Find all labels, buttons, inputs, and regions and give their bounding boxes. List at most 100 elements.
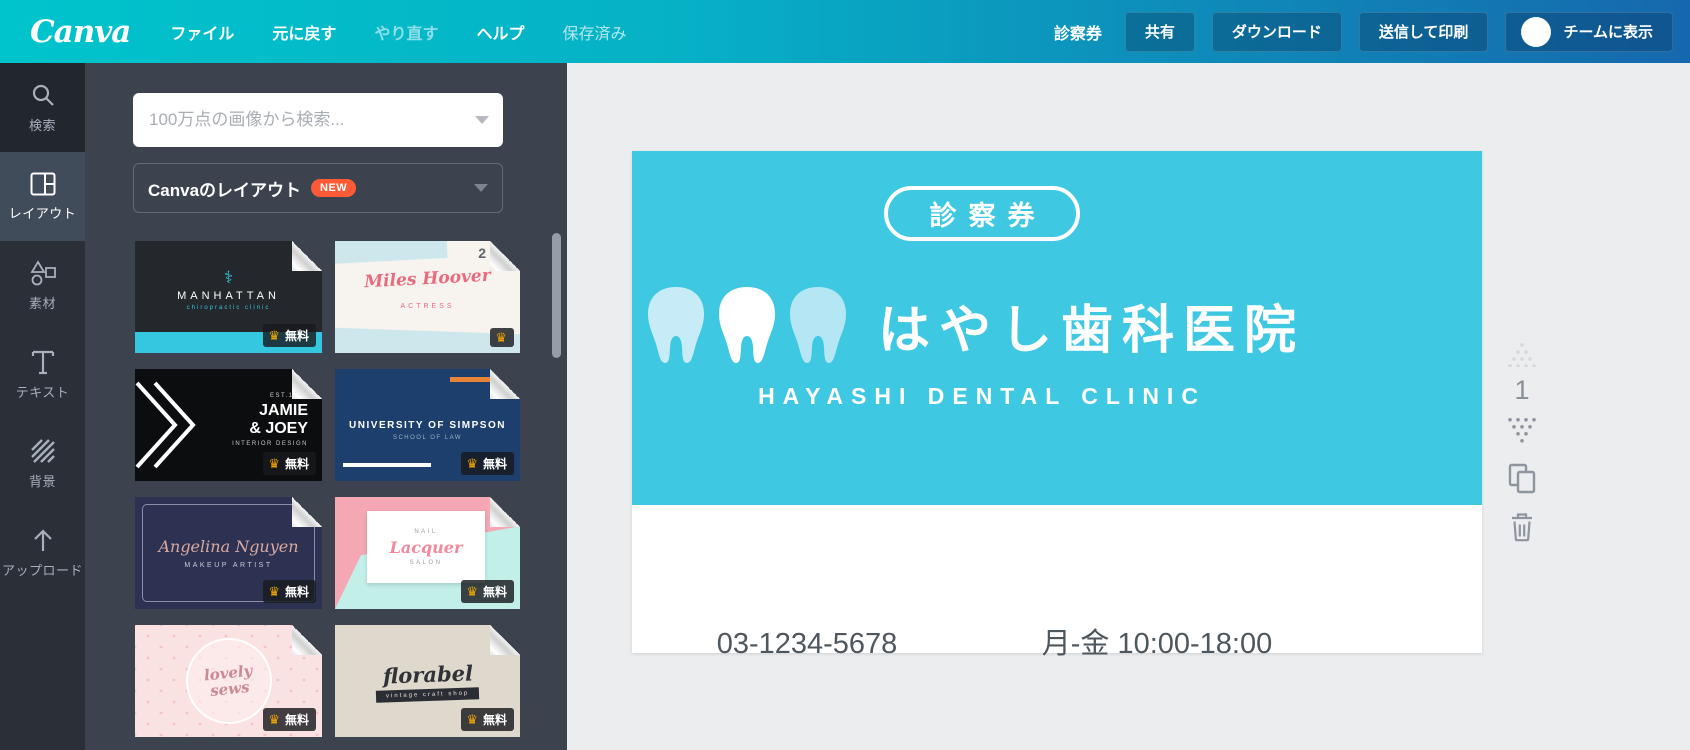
free-badge: ♛ 無料 [263,580,316,603]
page-curl [490,369,520,399]
panel-scrollbar[interactable] [552,233,561,358]
underline-bar [343,463,431,467]
layout-category-dropdown[interactable]: Canvaのレイアウト NEW [133,163,503,213]
circle-frame: lovely sews [181,633,276,729]
chevron-down-icon [474,184,488,192]
show-team-button[interactable]: チームに表示 [1505,11,1673,52]
page-controls: 1 [1497,341,1547,542]
card-badge[interactable]: 診察券 [884,186,1080,241]
sidebar-item-layouts[interactable]: レイアウト [0,152,85,241]
design-page[interactable]: 診察券 はやし歯科医院 HAYASHI DENTAL CLINIC 03-123… [632,151,1482,660]
top-bar: Canva ファイル 元に戻す やり直す ヘルプ 保存済み 診察券 共有 ダウン… [0,0,1690,63]
template-pretitle: NAIL [414,528,438,535]
sidebar-item-search[interactable]: 検索 [0,63,85,152]
canva-logo[interactable]: Canva [30,14,131,50]
delete-page-icon[interactable] [1509,512,1535,542]
tooth-icon [790,287,846,363]
template-miles-hoover[interactable]: Miles Hoover ACTRESS 2 ♛ [335,241,520,353]
template-lacquer[interactable]: NAIL Lacquer SALON ♛ 無料 [335,497,520,609]
menu-file[interactable]: ファイル [170,20,234,44]
new-badge: NEW [311,179,357,197]
hours-weekday: 月-金 10:00-18:00 [1041,628,1273,660]
crown-icon: ♛ [268,456,280,471]
page-curl [292,625,322,655]
template-manhattan[interactable]: ⚕ MANHATTAN chiropractic clinic ♛ 無料 [135,241,322,353]
page-curl [292,369,322,399]
share-button[interactable]: 共有 [1124,11,1195,52]
free-badge: ♛ 無料 [263,708,316,731]
page-curl [490,241,520,271]
sidebar-label: テキスト [15,384,70,400]
upload-icon [30,527,56,553]
template-title-line2: sews [208,677,250,700]
dropdown-label: Canvaのレイアウト [148,180,302,200]
sidebar-item-elements[interactable]: 素材 [0,241,85,330]
page-curl [490,625,520,655]
duplicate-page-icon[interactable] [1507,462,1537,494]
page-number: 1 [1514,375,1530,405]
send-print-button[interactable]: 送信して印刷 [1358,11,1489,52]
sidebar-label: レイアウト [8,205,77,221]
crown-icon: ♛ [268,712,280,727]
menu-redo[interactable]: やり直す [374,20,438,44]
inner-card: NAIL Lacquer SALON [367,511,485,583]
info-right-column: 月-金 10:00-18:00 土 10:00-13:00 [982,529,1332,660]
info-left-column: 03-1234-5678 木曜日休診 [632,529,982,660]
show-team-label: チームに表示 [1563,24,1653,41]
sidebar-item-background[interactable]: 背景 [0,419,85,508]
download-button[interactable]: ダウンロード [1211,11,1342,52]
template-title: florabel [382,659,473,689]
crown-icon: ♛ [466,712,478,727]
layouts-icon [30,172,56,196]
background-icon [30,438,56,464]
sidebar-item-text[interactable]: テキスト [0,330,85,419]
sidebar-item-uploads[interactable]: アップロード [0,508,85,597]
template-lovely-sews[interactable]: lovely sews ♛ 無料 [135,625,322,737]
image-search-input[interactable] [133,110,475,130]
free-badge: ♛ 無料 [461,708,514,731]
template-subtitle: SALON [409,559,443,566]
clinic-info[interactable]: 03-1234-5678 木曜日休診 月-金 10:00-18:00 土 10:… [632,505,1332,660]
move-page-down-icon[interactable] [1502,418,1542,444]
design-content: 診察券 はやし歯科医院 HAYASHI DENTAL CLINIC 03-123… [632,151,1332,660]
saved-status: 保存済み [562,25,627,43]
template-subtitle: chiropractic clinic [186,305,271,311]
free-badge: ♛ [490,328,514,347]
crown-icon: ♛ [268,328,280,343]
editor-canvas[interactable]: 診察券 はやし歯科医院 HAYASHI DENTAL CLINIC 03-123… [567,63,1690,750]
sidebar-rail: 検索 レイアウト 素材 テキスト 背景 アップロード [0,63,85,750]
sidebar-label: 背景 [28,473,56,489]
tooth-icon [648,287,704,363]
crown-icon: ♛ [268,584,280,599]
clinic-name-en[interactable]: HAYASHI DENTAL CLINIC [632,383,1332,410]
free-badge: ♛ 無料 [461,580,514,603]
card-badge-label: 診察券 [929,201,1047,231]
tooth-icon [719,287,775,363]
template-title: UNIVERSITY OF SIMPSON [349,419,506,431]
main-menu: ファイル 元に戻す やり直す ヘルプ 保存済み [170,20,626,44]
text-icon [30,349,56,375]
template-florabel[interactable]: florabel vintage craft shop ♛ 無料 [335,625,520,737]
menu-help[interactable]: ヘルプ [476,20,524,44]
template-subtitle: SCHOOL OF LAW [392,434,463,441]
chevron-down-icon[interactable] [475,116,489,124]
accent-bar [450,377,494,382]
clinic-name: はやし歯科医院 [878,301,1306,360]
menu-undo[interactable]: 元に戻す [272,20,336,44]
brush-stroke [335,241,448,265]
template-subtitle: vintage craft shop [375,686,480,703]
crown-icon: ♛ [466,456,478,471]
template-angelina-nguyen[interactable]: Angelina Nguyen MAKEUP ARTIST ♛ 無料 [135,497,322,609]
template-subtitle: ACTRESS [400,303,455,310]
teeth-icons [645,285,858,365]
template-jamie-joey[interactable]: EST.1990 JAMIE & JOEY INTERIOR DESIGN ♛ 無料 [135,369,322,481]
template-subtitle: INTERIOR DESIGN [232,441,308,447]
template-title: JAMIE & JOEY [249,402,308,437]
chevron-graphic [135,381,196,469]
clinic-name-row[interactable]: はやし歯科医院 [645,279,1332,371]
document-title: 診察券 [1053,25,1102,43]
move-page-up-icon[interactable] [1502,341,1542,367]
sidebar-label: アップロード [1,562,83,578]
elements-icon [29,259,56,286]
template-university-simpson[interactable]: UNIVERSITY OF SIMPSON SCHOOL OF LAW ♛ 無料 [335,369,520,481]
